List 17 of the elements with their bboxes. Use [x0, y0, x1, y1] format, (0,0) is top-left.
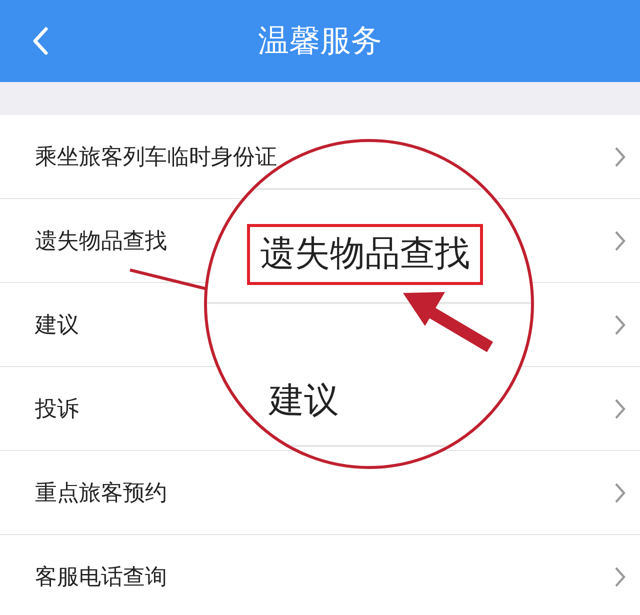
chevron-icon: [614, 314, 626, 336]
row-label[interactable]: 客服电话查询: [35, 562, 167, 592]
screen-title: 温馨服务: [258, 22, 382, 61]
row-label[interactable]: 遗失物品查找: [35, 226, 167, 256]
row-label[interactable]: 乘坐旅客列车临时身份证: [35, 142, 277, 172]
row-label[interactable]: 重点旅客预约: [35, 478, 167, 508]
chevron-icon: [614, 398, 626, 420]
row-label[interactable]: 建议: [35, 310, 79, 340]
chevron-icon: [614, 566, 626, 588]
chevron-icon: [614, 230, 626, 252]
arrow-icon: [403, 292, 494, 352]
chevron-icon: [614, 146, 626, 168]
row-label[interactable]: 投诉: [35, 394, 79, 424]
back-icon[interactable]: [32, 27, 48, 55]
magnified-label: 建议: [268, 380, 340, 423]
magnified-label: 遗失物品查找: [247, 224, 483, 285]
chevron-icon: [614, 482, 626, 504]
